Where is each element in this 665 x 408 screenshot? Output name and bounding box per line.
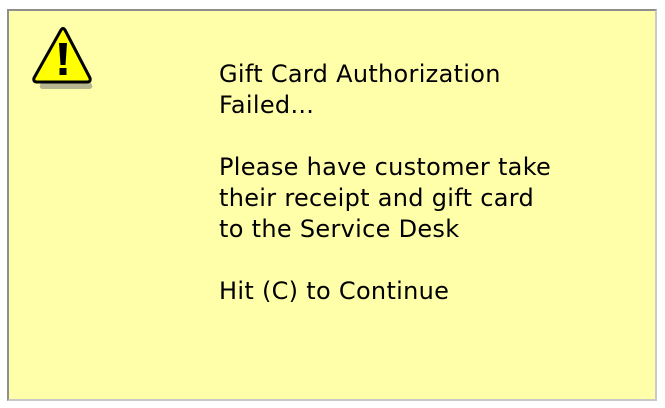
error-title-line-2: Failed... (219, 91, 315, 119)
alert-dialog: Gift Card Authorization Failed... Please… (7, 9, 657, 401)
alert-message: Gift Card Authorization Failed... Please… (219, 59, 639, 307)
error-title-line-1: Gift Card Authorization (219, 60, 501, 88)
warning-icon (32, 27, 93, 89)
continue-prompt: Hit (C) to Continue (219, 277, 450, 305)
instruction-line-1: Please have customer take (219, 153, 552, 181)
instruction-text: Please have customer take their receipt … (219, 152, 639, 245)
error-title: Gift Card Authorization Failed... (219, 59, 639, 121)
instruction-line-3: to the Service Desk (219, 215, 460, 243)
instruction-line-2: their receipt and gift card (219, 184, 534, 212)
